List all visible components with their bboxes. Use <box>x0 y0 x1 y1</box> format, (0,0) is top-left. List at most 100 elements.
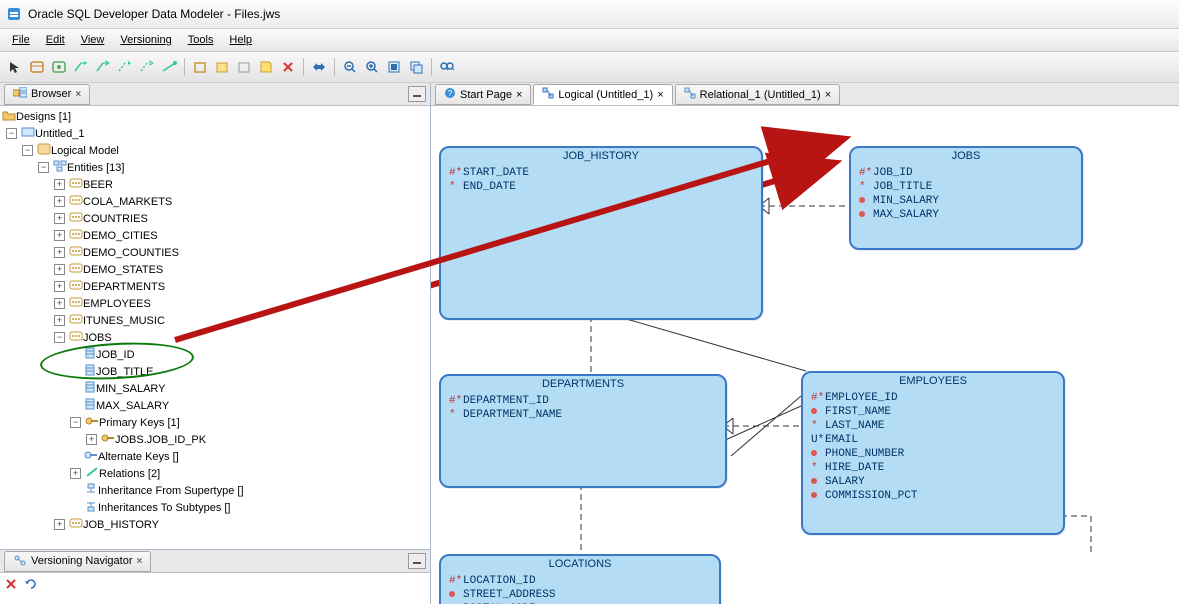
tree-entity-jobs[interactable]: − JOBS <box>0 329 430 346</box>
entity-icon <box>69 211 83 226</box>
search-icon[interactable] <box>438 58 456 76</box>
toolbar-separator <box>431 58 432 76</box>
key-icon <box>85 415 99 430</box>
versioning-tab[interactable]: Versioning Navigator × <box>4 551 151 572</box>
delete-icon[interactable] <box>279 58 297 76</box>
column-icon <box>84 398 96 413</box>
entity-icon <box>69 245 83 260</box>
tree-attr-jobtitle[interactable]: JOB_TITLE <box>0 363 430 380</box>
menu-view[interactable]: View <box>73 31 113 49</box>
rel2-icon[interactable] <box>94 58 112 76</box>
tree-untitled[interactable]: − Untitled_1 <box>0 125 430 142</box>
tree-entity-demo-states[interactable]: + DEMO_STATES <box>0 261 430 278</box>
logical-icon <box>37 143 51 158</box>
tree-pk-item[interactable]: + JOBS.JOB_ID_PK <box>0 431 430 448</box>
close-icon[interactable]: × <box>137 556 143 567</box>
zoom-out-icon[interactable] <box>341 58 359 76</box>
rel4-icon[interactable] <box>138 58 156 76</box>
browser-tree[interactable]: Designs [1] − Untitled_1 − Logical Model… <box>0 106 430 549</box>
rel5-icon[interactable] <box>160 58 178 76</box>
refresh-icon[interactable] <box>24 577 38 594</box>
diagram-canvas[interactable]: JOB_HISTORY #*START_DATE *END_DATE JOBS … <box>431 106 1179 604</box>
minimize-icon[interactable] <box>408 86 426 102</box>
tree-entity-itunes[interactable]: + ITUNES_MUSIC <box>0 312 430 329</box>
delete-icon[interactable] <box>4 577 18 594</box>
tree-entity-demo-counties[interactable]: + DEMO_COUNTIES <box>0 244 430 261</box>
entity-locations[interactable]: LOCATIONS #*LOCATION_ID STREET_ADDRESS P… <box>439 554 721 604</box>
menu-help[interactable]: Help <box>221 31 260 49</box>
entity-departments[interactable]: DEPARTMENTS #*DEPARTMENT_ID *DEPARTMENT_… <box>439 374 727 488</box>
menu-file[interactable]: File <box>4 31 38 49</box>
tree-designs[interactable]: Designs [1] <box>0 108 430 125</box>
browser-tab[interactable]: Browser × <box>4 84 90 105</box>
tree-entity-cola[interactable]: + COLA_MARKETS <box>0 193 430 210</box>
entity-title: EMPLOYEES <box>803 373 1063 389</box>
diagram-icon <box>684 87 696 102</box>
menu-bar: File Edit View Versioning Tools Help <box>0 29 1179 52</box>
entity-title: DEPARTMENTS <box>441 376 725 392</box>
tree-inh-sub[interactable]: Inheritances To Subtypes [] <box>0 499 430 516</box>
menu-versioning[interactable]: Versioning <box>112 31 179 49</box>
rel1-icon[interactable] <box>72 58 90 76</box>
tab-relational[interactable]: Relational_1 (Untitled_1)× <box>675 84 841 105</box>
tree-entity-departments[interactable]: + DEPARTMENTS <box>0 278 430 295</box>
note-icon[interactable] <box>257 58 275 76</box>
entity-icon <box>69 517 83 532</box>
close-icon[interactable]: × <box>825 89 831 101</box>
copy-icon[interactable] <box>407 58 425 76</box>
box2-icon[interactable] <box>213 58 231 76</box>
tree-entities[interactable]: − Entities [13] <box>0 159 430 176</box>
rel3-icon[interactable] <box>116 58 134 76</box>
model-icon <box>21 126 35 141</box>
tree-logical[interactable]: − Logical Model <box>0 142 430 159</box>
fit-icon[interactable] <box>385 58 403 76</box>
inherit-icon <box>84 500 98 515</box>
box1-icon[interactable] <box>191 58 209 76</box>
menu-edit[interactable]: Edit <box>38 31 73 49</box>
minimize-icon[interactable] <box>408 553 426 569</box>
tab-start[interactable]: ?Start Page× <box>435 84 531 105</box>
tree-attr-maxsalary[interactable]: MAX_SALARY <box>0 397 430 414</box>
left-panel: Browser × Designs [1] − Untitled_1 − Log… <box>0 83 431 604</box>
entity-icon <box>69 313 83 328</box>
tree-entity-demo-cities[interactable]: + DEMO_CITIES <box>0 227 430 244</box>
entity-title: LOCATIONS <box>441 556 719 572</box>
entity-jobs[interactable]: JOBS #*JOB_ID *JOB_TITLE MIN_SALARY MAX_… <box>849 146 1083 250</box>
close-icon[interactable]: × <box>516 89 522 101</box>
tab-logical[interactable]: Logical (Untitled_1)× <box>533 84 672 105</box>
view-icon[interactable] <box>50 58 68 76</box>
editor-tabs: ?Start Page× Logical (Untitled_1)× Relat… <box>431 83 1179 106</box>
tree-attr-minsalary[interactable]: MIN_SALARY <box>0 380 430 397</box>
menu-tools[interactable]: Tools <box>180 31 222 49</box>
close-icon[interactable]: × <box>75 89 81 100</box>
window-title: Oracle SQL Developer Data Modeler - File… <box>28 7 280 21</box>
inherit-icon <box>84 483 98 498</box>
box3-icon[interactable] <box>235 58 253 76</box>
tree-relations[interactable]: + Relations [2] <box>0 465 430 482</box>
zoom-in-icon[interactable] <box>363 58 381 76</box>
browser-panel-tab: Browser × <box>0 83 430 106</box>
tree-ak[interactable]: Alternate Keys [] <box>0 448 430 465</box>
tree-entity-jobhistory[interactable]: + JOB_HISTORY <box>0 516 430 533</box>
toolbar <box>0 52 1179 83</box>
entity-job-history[interactable]: JOB_HISTORY #*START_DATE *END_DATE <box>439 146 763 320</box>
column-icon <box>84 364 96 379</box>
tree-entity-countries[interactable]: + COUNTRIES <box>0 210 430 227</box>
app-icon <box>6 6 22 22</box>
title-bar: Oracle SQL Developer Data Modeler - File… <box>0 0 1179 29</box>
versioning-icon <box>13 554 27 569</box>
tree-entity-beer[interactable]: + BEER <box>0 176 430 193</box>
entity-icon <box>69 177 83 192</box>
pointer-icon[interactable] <box>6 58 24 76</box>
key-icon <box>101 432 115 447</box>
entity-employees[interactable]: EMPLOYEES #*EMPLOYEE_ID FIRST_NAME *LAST… <box>801 371 1065 535</box>
entity-icon <box>69 228 83 243</box>
engineer-icon[interactable] <box>310 58 328 76</box>
tree-pk[interactable]: − Primary Keys [1] <box>0 414 430 431</box>
tree-entity-employees[interactable]: + EMPLOYEES <box>0 295 430 312</box>
close-icon[interactable]: × <box>657 89 663 101</box>
tree-attr-jobid[interactable]: JOB_ID <box>0 346 430 363</box>
tree-inh-super[interactable]: Inheritance From Supertype [] <box>0 482 430 499</box>
right-panel: ?Start Page× Logical (Untitled_1)× Relat… <box>431 83 1179 604</box>
entity-icon[interactable] <box>28 58 46 76</box>
